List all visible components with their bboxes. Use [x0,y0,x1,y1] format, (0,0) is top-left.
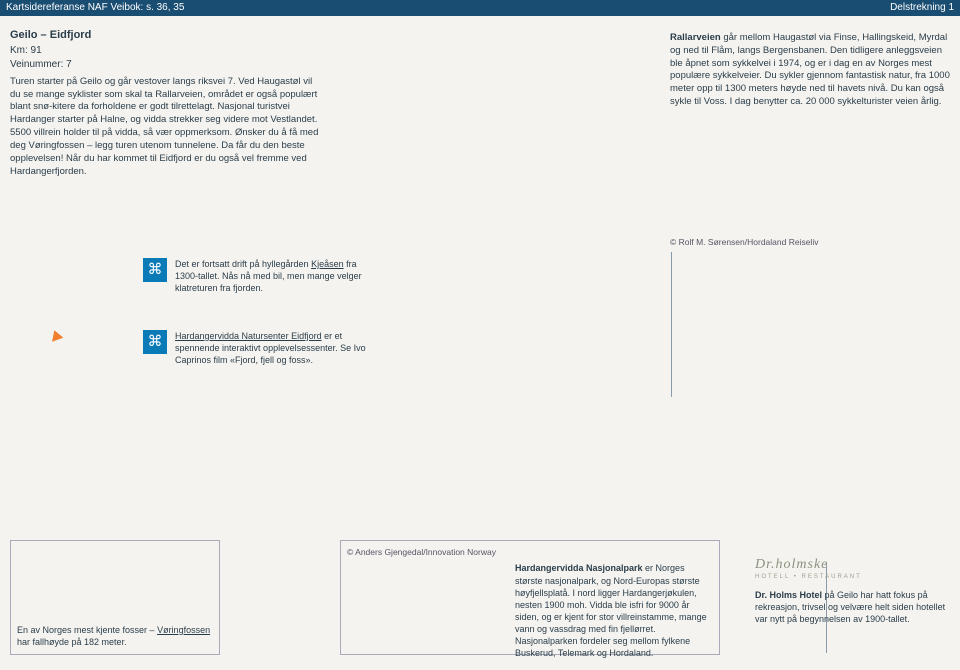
hotel-text: Dr. Holms Hotel på Geilo har hatt fokus … [755,589,950,625]
info-box-kjeasen: ⌘ Det er fortsatt drift på hyllegården K… [143,258,373,294]
right-column: Rallarveien går mellom Haugastøl via Fin… [670,28,950,109]
rallar-text: Rallarveien går mellom Haugastøl via Fin… [670,32,950,109]
info-box-natursenter: ⌘ Hardangervidda Natursenter Eidfjord er… [143,330,373,366]
location-marker-icon [49,328,64,342]
hotel-box: Dr.holmske HOTELL • RESTAURANT Dr. Holms… [755,556,950,625]
voringfossen-box: En av Norges mest kjente fosser – Vøring… [10,540,220,655]
route-title: Geilo – Eidfjord [10,28,320,43]
kjeasen-text: Det er fortsatt drift på hyllegården Kje… [175,258,373,294]
photo-placeholder [347,562,497,659]
hotel-logo-sub: HOTELL • RESTAURANT [755,573,950,581]
left-column: Geilo – Eidfjord Km: 91 Veinummer: 7 Tur… [10,28,320,178]
section-num: Delstrekning 1 [890,1,954,15]
nasjonalpark-box: © Anders Gjengedal/Innovation Norway Har… [340,540,720,655]
voringfossen-text: En av Norges mest kjente fosser – Vøring… [17,624,213,648]
natursenter-text: Hardangervidda Natursenter Eidfjord er e… [175,330,373,366]
photo-credit-2: © Anders Gjengedal/Innovation Norway [347,547,713,558]
command-icon: ⌘ [143,330,167,354]
photo-credit-1: © Rolf M. Sørensen/Hordaland Reiseliv [670,237,818,248]
km-label: Km: 91 [10,44,320,58]
intro-text: Turen starter på Geilo og går vestover l… [10,76,320,179]
nasjonalpark-text: Hardangervidda Nasjonalpark er Norges st… [515,562,713,659]
map-ref: Kartsidereferanse NAF Veibok: s. 36, 35 [6,1,184,15]
command-icon: ⌘ [143,258,167,282]
top-bar: Kartsidereferanse NAF Veibok: s. 36, 35 … [0,0,960,16]
road-label: Veinummer: 7 [10,58,320,72]
divider-line [671,252,672,397]
